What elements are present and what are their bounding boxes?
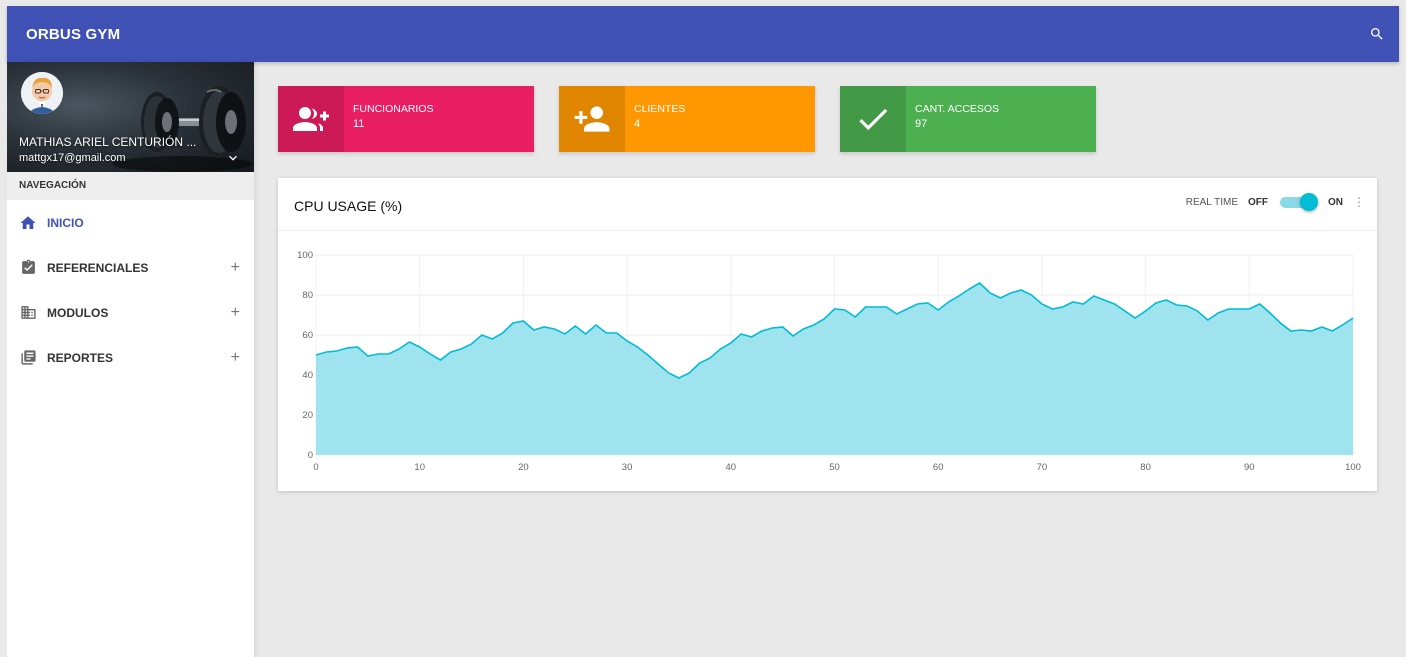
report-icon — [19, 349, 37, 367]
home-icon — [19, 214, 37, 232]
sidebar: MATHIAS ARIEL CENTURIÓN ... mattgx17@gma… — [7, 62, 254, 657]
info-box-title: CLIENTES — [634, 103, 686, 115]
check-icon — [840, 86, 906, 152]
toggle-thumb — [1300, 193, 1318, 211]
assignment-check-icon — [19, 259, 37, 277]
x-tick-label: 0 — [313, 462, 318, 473]
sidebar-item-label: INICIO — [47, 215, 84, 230]
info-box-value: 11 — [353, 118, 365, 130]
sidebar-item-modulos[interactable]: MODULOS + — [7, 290, 254, 335]
info-box-title: CANT. ACCESOS — [915, 103, 1000, 115]
sidebar-item-label: MODULOS — [47, 305, 109, 320]
sidebar-item-inicio[interactable]: INICIO — [7, 200, 254, 245]
expand-icon[interactable]: + — [231, 349, 240, 367]
user-menu-button[interactable] — [225, 150, 241, 171]
info-box-value: 4 — [634, 118, 641, 130]
y-tick-label: 80 — [302, 290, 313, 301]
info-box-title: FUNCIONARIOS — [353, 103, 434, 115]
app-title[interactable]: ORBUS GYM — [26, 26, 120, 43]
search-icon — [1371, 28, 1383, 40]
building-icon — [19, 304, 37, 322]
y-tick-label: 20 — [302, 410, 313, 421]
info-box-value: 97 — [915, 118, 928, 130]
nav-header: NAVEGACIÓN — [7, 172, 254, 200]
realtime-toggle[interactable] — [1280, 193, 1318, 211]
x-tick-label: 60 — [933, 462, 944, 473]
realtime-label: REAL TIME — [1185, 196, 1238, 208]
sidebar-item-label: REFERENCIALES — [47, 260, 149, 275]
x-tick-label: 90 — [1244, 462, 1255, 473]
x-tick-label: 80 — [1140, 462, 1151, 473]
search-button[interactable] — [1369, 26, 1385, 42]
user-email: mattgx17@gmail.com — [19, 152, 126, 164]
realtime-off-label: OFF — [1248, 196, 1268, 208]
user-avatar-icon — [21, 72, 63, 114]
y-tick-label: 40 — [302, 370, 313, 381]
cpu-usage-chart: 0 20 40 60 80 100 0 10 20 30 40 50 60 70 80 90 100 — [297, 250, 1361, 473]
realtime-on-label: ON — [1328, 196, 1343, 208]
sidebar-item-label: REPORTES — [47, 350, 114, 365]
card-header: CPU USAGE (%) REAL TIME OFF ON ⋮ — [278, 178, 1377, 231]
group-add-icon — [278, 86, 344, 152]
y-tick-label: 0 — [308, 450, 313, 461]
more-vert-icon[interactable]: ⋮ — [1353, 196, 1365, 208]
y-tick-label: 60 — [302, 330, 313, 341]
realtime-control: REAL TIME OFF ON ⋮ — [1185, 193, 1365, 211]
sidebar-item-reportes[interactable]: REPORTES + — [7, 335, 254, 380]
y-tick-label: 100 — [297, 250, 313, 261]
x-tick-label: 10 — [414, 462, 425, 473]
info-box-funcionarios[interactable]: FUNCIONARIOS 11 — [278, 86, 534, 152]
x-tick-label: 50 — [829, 462, 840, 473]
card-title: CPU USAGE (%) — [294, 198, 403, 214]
chevron-down-icon — [229, 155, 237, 161]
x-tick-label: 40 — [726, 462, 737, 473]
user-info-panel: MATHIAS ARIEL CENTURIÓN ... mattgx17@gma… — [7, 62, 254, 172]
expand-icon[interactable]: + — [231, 304, 240, 322]
avatar[interactable] — [21, 72, 63, 114]
expand-icon[interactable]: + — [231, 259, 240, 277]
person-add-icon — [559, 86, 625, 152]
x-tick-label: 20 — [518, 462, 529, 473]
sidebar-item-referenciales[interactable]: REFERENCIALES + — [7, 245, 254, 290]
user-name: MATHIAS ARIEL CENTURIÓN ... — [19, 135, 197, 149]
cpu-chart-container: 0 20 40 60 80 100 0 10 20 30 40 50 60 70 80 90 100 — [278, 232, 1377, 496]
top-app-bar: ORBUS GYM — [7, 6, 1399, 62]
info-box-accesos[interactable]: CANT. ACCESOS 97 — [840, 86, 1096, 152]
x-tick-label: 70 — [1037, 462, 1048, 473]
cpu-usage-card: CPU USAGE (%) REAL TIME OFF ON ⋮ 0 20 40 60… — [278, 178, 1377, 491]
x-tick-label: 30 — [622, 462, 633, 473]
info-box-clientes[interactable]: CLIENTES 4 — [559, 86, 815, 152]
x-tick-label: 100 — [1345, 462, 1361, 473]
